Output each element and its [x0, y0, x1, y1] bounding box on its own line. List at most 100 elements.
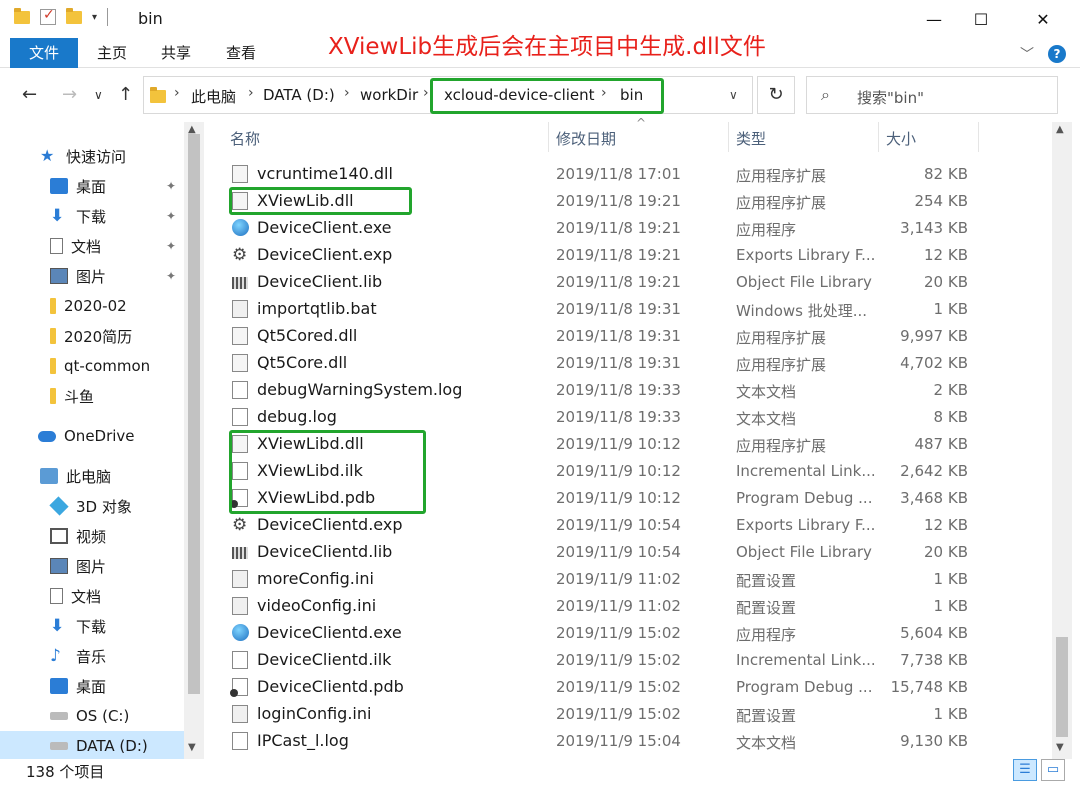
folder-icon — [50, 328, 56, 344]
breadcrumb-separator[interactable]: › — [248, 85, 254, 101]
quick-access-toolbar: ▾ — [14, 7, 109, 26]
scrollbar-thumb[interactable] — [188, 134, 200, 694]
sidebar-item-pictures[interactable]: 图片 ✦ — [0, 261, 184, 291]
sidebar-item-videos[interactable]: 视频 — [0, 521, 184, 551]
column-divider[interactable] — [728, 122, 729, 152]
video-icon — [50, 528, 68, 544]
file-name: vcruntime140.dll — [257, 164, 393, 183]
file-name: loginConfig.ini — [257, 704, 372, 723]
properties-icon[interactable] — [40, 7, 56, 25]
file-list-scrollbar[interactable]: ▲ ▼ — [1052, 122, 1072, 759]
config-icon — [232, 570, 248, 588]
file-row[interactable]: vcruntime140.dll 2019/11/8 17:01 应用程序扩展 82 … — [228, 161, 988, 188]
file-type: 文本文档 — [736, 734, 797, 752]
sidebar-scrollbar[interactable]: ▲ ▼ — [184, 122, 204, 759]
sidebar-item-documents-pc[interactable]: 文档 — [0, 581, 184, 611]
sidebar-item-douyu[interactable]: 斗鱼 — [0, 381, 184, 411]
file-row[interactable]: DeviceClientd.ilk 2019/11/9 15:02 Incremen… — [228, 647, 988, 674]
file-row[interactable]: IPCast_l.log 2019/11/9 15:04 文本文档 9,130 KB — [228, 728, 988, 755]
column-header-type[interactable]: 类型 — [736, 128, 766, 149]
expand-ribbon-icon[interactable]: ﹀ — [1020, 44, 1034, 64]
sidebar-item-desktop[interactable]: 桌面 ✦ — [0, 171, 184, 201]
large-icons-view-button[interactable]: ▭ — [1041, 759, 1065, 781]
column-header-date[interactable]: 修改日期 — [556, 128, 616, 149]
sidebar-item-downloads-pc[interactable]: ⬇ 下载 — [0, 611, 184, 641]
document-icon — [50, 588, 63, 604]
file-row[interactable]: videoConfig.ini 2019/11/9 11:02 配置设置 1 KB — [228, 593, 988, 620]
sidebar-item-onedrive[interactable]: OneDrive — [0, 421, 184, 451]
file-row[interactable]: Qt5Core.dll 2019/11/8 19:31 应用程序扩展 4,702 KB — [228, 350, 988, 377]
new-folder-icon[interactable] — [66, 7, 82, 24]
tab-home[interactable]: 主页 — [84, 38, 140, 68]
file-row[interactable]: importqtlib.bat 2019/11/8 19:31 Windows 批处… — [228, 296, 988, 323]
scroll-up-arrow-icon[interactable]: ▲ — [1056, 124, 1064, 135]
file-size: 7,738 KB — [900, 651, 968, 669]
search-input[interactable]: 搜索"bin" — [857, 87, 924, 108]
file-size: 20 KB — [924, 273, 968, 291]
breadcrumb-workdir[interactable]: workDir — [360, 86, 418, 104]
file-date: 2019/11/9 10:54 — [556, 516, 681, 534]
sidebar-item-pictures-pc[interactable]: 图片 — [0, 551, 184, 581]
customize-quick-access-icon[interactable]: ▾ — [92, 12, 97, 23]
sidebar-item-desktop-pc[interactable]: 桌面 — [0, 671, 184, 701]
column-header-name[interactable]: 名称 — [230, 128, 260, 149]
file-row[interactable]: ⚙ DeviceClient.exp 2019/11/8 19:21 Exports … — [228, 242, 988, 269]
sidebar-item-2020-resume[interactable]: 2020简历 — [0, 321, 184, 351]
scroll-down-arrow-icon[interactable]: ▼ — [1056, 742, 1064, 753]
file-size: 12 KB — [924, 516, 968, 534]
forward-button[interactable]: → — [62, 84, 77, 105]
breadcrumb-this-pc[interactable]: 此电脑 — [191, 86, 236, 107]
sidebar-item-music[interactable]: ♪ 音乐 — [0, 641, 184, 671]
tab-file[interactable]: 文件 — [10, 38, 78, 68]
sidebar-item-label: 2020-02 — [64, 297, 127, 315]
up-button[interactable]: ↑ — [118, 84, 133, 105]
scroll-down-arrow-icon[interactable]: ▼ — [188, 742, 196, 753]
file-row[interactable]: moreConfig.ini 2019/11/9 11:02 配置设置 1 KB — [228, 566, 988, 593]
scrollbar-thumb[interactable] — [1056, 637, 1068, 737]
tab-share[interactable]: 共享 — [148, 38, 204, 68]
maximize-button[interactable]: ☐ — [958, 0, 1004, 38]
help-icon[interactable]: ? — [1048, 45, 1066, 63]
file-row[interactable]: debugWarningSystem.log 2019/11/8 19:33 文本文… — [228, 377, 988, 404]
sidebar-item-downloads[interactable]: ⬇ 下载 ✦ — [0, 201, 184, 231]
recent-locations-button[interactable]: ∨ — [94, 88, 103, 102]
file-type: Program Debug ... — [736, 678, 873, 696]
sidebar-item-qt-common[interactable]: qt-common — [0, 351, 184, 381]
column-divider[interactable] — [978, 122, 979, 152]
sidebar-item-3d-objects[interactable]: 3D 对象 — [0, 491, 184, 521]
sidebar-item-2020-02[interactable]: 2020-02 — [0, 291, 184, 321]
sidebar-item-documents[interactable]: 文档 ✦ — [0, 231, 184, 261]
file-row[interactable]: debug.log 2019/11/8 19:33 文本文档 8 KB — [228, 404, 988, 431]
back-button[interactable]: ← — [22, 84, 37, 105]
sidebar-item-os-c[interactable]: OS (C:) — [0, 701, 184, 731]
close-button[interactable]: ✕ — [1020, 0, 1066, 38]
column-header-size[interactable]: 大小 — [886, 128, 916, 149]
file-row[interactable]: DeviceClientd.pdb 2019/11/9 15:02 Program … — [228, 674, 988, 701]
file-row[interactable]: loginConfig.ini 2019/11/9 15:02 配置设置 1 KB — [228, 701, 988, 728]
sidebar-item-this-pc[interactable]: 此电脑 — [0, 461, 184, 491]
sidebar-item-label: 桌面 — [76, 177, 107, 196]
breadcrumb-separator[interactable]: › — [344, 85, 350, 101]
file-row[interactable]: DeviceClient.lib 2019/11/8 19:21 Object Fi… — [228, 269, 988, 296]
sidebar-item-quick-access[interactable]: ★ 快速访问 — [0, 141, 184, 171]
breadcrumb-separator[interactable]: › — [174, 85, 180, 101]
address-dropdown-icon[interactable]: ∨ — [729, 88, 738, 102]
file-row[interactable]: DeviceClient.exe 2019/11/8 19:21 应用程序 3,143… — [228, 215, 988, 242]
breadcrumb-data-drive[interactable]: DATA (D:) — [263, 86, 335, 104]
download-icon: ⬇ — [50, 616, 65, 636]
column-divider[interactable] — [548, 122, 549, 152]
sidebar-item-data-d[interactable]: DATA (D:) — [0, 731, 184, 761]
details-view-button[interactable]: ☰ — [1013, 759, 1037, 781]
file-size: 1 KB — [933, 570, 968, 588]
minimize-button[interactable]: — — [911, 0, 957, 38]
breadcrumb-separator[interactable]: › — [423, 85, 429, 101]
file-row[interactable]: ⚙ DeviceClientd.exp 2019/11/9 10:54 Exports… — [228, 512, 988, 539]
tab-view[interactable]: 查看 — [212, 38, 270, 68]
file-row[interactable]: Qt5Cored.dll 2019/11/8 19:31 应用程序扩展 9,997 K… — [228, 323, 988, 350]
refresh-button[interactable]: ↻ — [757, 76, 795, 114]
search-box[interactable]: ⌕ 搜索"bin" — [806, 76, 1058, 114]
file-type: 应用程序 — [736, 221, 797, 239]
file-row[interactable]: DeviceClientd.exe 2019/11/9 15:02 应用程序 5,60… — [228, 620, 988, 647]
file-row[interactable]: DeviceClientd.lib 2019/11/9 10:54 Object F… — [228, 539, 988, 566]
column-divider[interactable] — [878, 122, 879, 152]
